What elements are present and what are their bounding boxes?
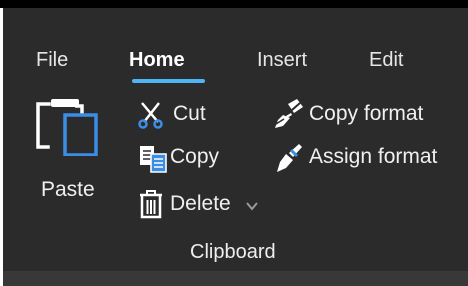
- paste-icon: [36, 99, 98, 156]
- assign-format-button[interactable]: Assign format: [273, 142, 465, 176]
- clipboard-group-label: Clipboard: [190, 241, 276, 263]
- chevron-down-icon[interactable]: [245, 201, 259, 211]
- format-painter-icon: [275, 99, 303, 128]
- paste-button[interactable]: Paste: [31, 96, 107, 208]
- paste-label: Paste: [41, 178, 95, 201]
- ribbon-window: File Home Insert Edit Paste Cut Copy Del…: [0, 0, 468, 286]
- cut-label: Cut: [173, 102, 206, 125]
- assign-format-label: Assign format: [309, 145, 438, 168]
- tab-insert[interactable]: Insert: [257, 48, 307, 72]
- window-top-strip: [0, 0, 468, 8]
- delete-label: Delete: [170, 192, 231, 215]
- tab-file[interactable]: File: [36, 48, 68, 72]
- delete-button[interactable]: Delete: [139, 187, 269, 221]
- copy-format-button[interactable]: Copy format: [273, 99, 451, 131]
- copy-label: Copy: [170, 145, 220, 168]
- ribbon-bottom-strip: [3, 271, 468, 286]
- scissors-icon: [138, 102, 163, 129]
- active-tab-indicator: [132, 79, 205, 83]
- trash-icon: [140, 190, 162, 219]
- ribbon-panel: File Home Insert Edit Paste Cut Copy Del…: [3, 8, 468, 271]
- tab-edit[interactable]: Edit: [369, 48, 403, 72]
- copy-format-label: Copy format: [309, 102, 424, 125]
- copy-button[interactable]: Copy: [138, 142, 238, 174]
- cut-button[interactable]: Cut: [138, 99, 233, 131]
- format-brush-icon: [277, 144, 302, 172]
- copy-icon: [140, 146, 167, 173]
- tab-home[interactable]: Home: [129, 48, 185, 72]
